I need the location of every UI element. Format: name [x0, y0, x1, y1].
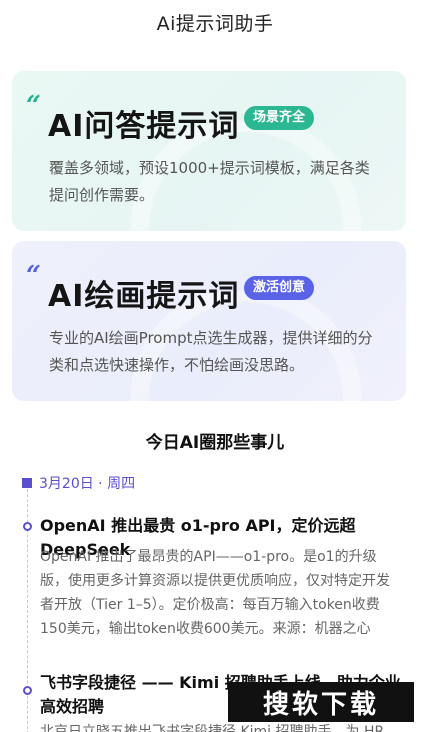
drawing-prompt-card[interactable]: “ AI绘画提示词 激活创意 专业的AI绘画Prompt点选生成器，提供详细的分…: [12, 241, 406, 401]
news-item-body: OpenAI 推出了最昂贵的API——o1-pro。是o1的升级版，使用更多计算…: [40, 549, 390, 637]
news-date: 3月20日 · 周四: [22, 473, 135, 493]
news-section-title: 今日AI圈那些事儿: [145, 433, 285, 453]
card-badge: 激活创意: [244, 276, 315, 300]
card-description: 覆盖多领域，预设1000+提示词模板，满足各类提问创作需要。: [49, 159, 370, 204]
watermark-logo: 搜软下载: [228, 682, 414, 722]
quote-icon: “: [26, 91, 41, 121]
qa-prompt-card[interactable]: “ AI问答提示词 场景齐全 覆盖多领域，预设1000+提示词模板，满足各类提问…: [12, 71, 406, 231]
quote-icon: “: [26, 261, 41, 291]
timeline-dot-icon: [23, 522, 32, 531]
card-badge: 场景齐全: [244, 106, 315, 130]
app-screen: Ai提示词助手 “ AI问答提示词 场景齐全 覆盖多领域，预设1000+提示词模…: [0, 0, 430, 732]
date-label: 3月20日 · 周四: [39, 476, 136, 492]
page-title: Ai提示词助手: [156, 12, 274, 35]
timeline-dot-icon: [23, 686, 32, 695]
card-title: AI问答提示词: [48, 109, 240, 144]
card-title: AI绘画提示词: [48, 279, 240, 314]
date-marker-icon: [22, 478, 32, 488]
card-description: 专业的AI绘画Prompt点选生成器，提供详细的分类和点选快速操作，不怕绘画没思…: [49, 329, 373, 374]
